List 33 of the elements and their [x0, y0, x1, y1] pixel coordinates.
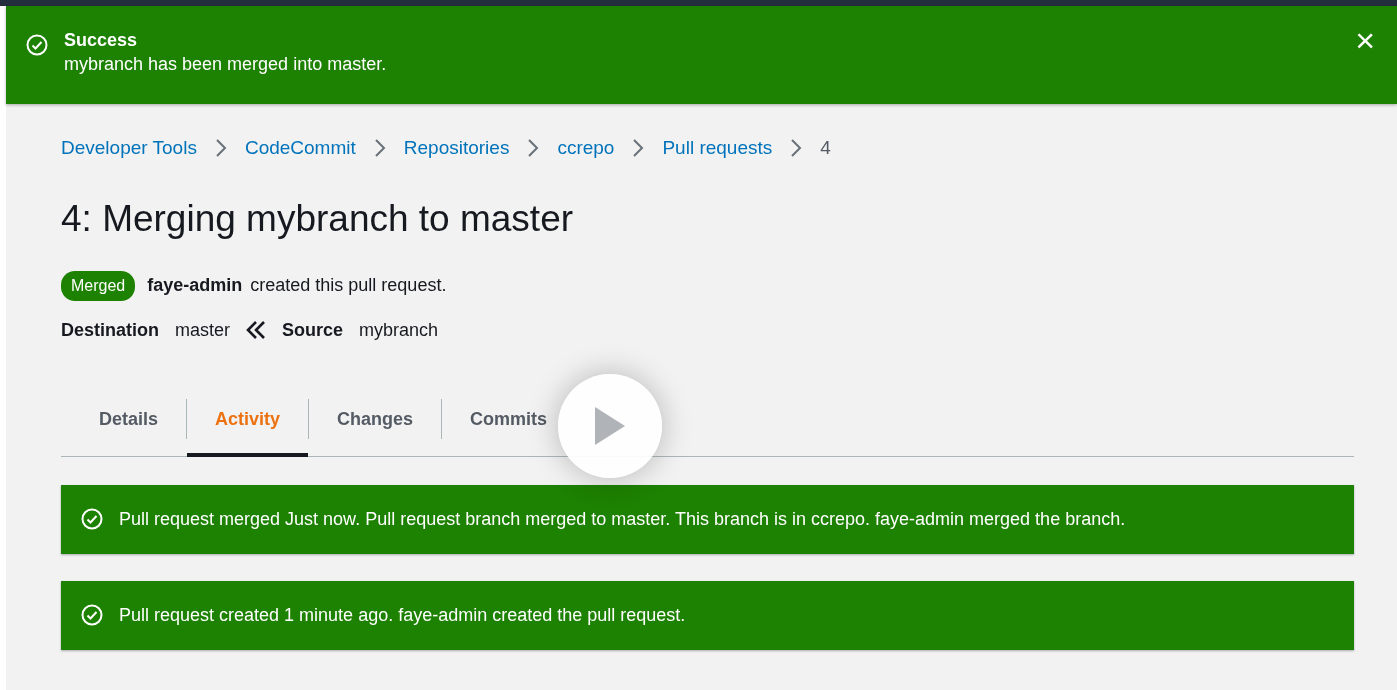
tab[interactable]: Changes [309, 387, 442, 457]
destination-branch: master [175, 318, 231, 342]
activity-text: Pull request merged Just now. Pull request branch merged to master. This branch is in ccrepo. faye-admin merged the branch. [119, 507, 1126, 531]
play-icon [593, 405, 627, 447]
page-title: 4: Merging mybranch to master [61, 196, 575, 241]
breadcrumb-link[interactable]: CodeCommit [244, 134, 356, 163]
breadcrumb-link[interactable]: Repositories [403, 134, 510, 163]
check-circle-icon [26, 33, 48, 56]
chevron-right-icon [373, 139, 386, 158]
source-branch: mybranch [359, 318, 439, 342]
author-text: created this pull request. [250, 274, 447, 298]
banner-title: Success [64, 29, 139, 52]
banner-message: mybranch has been merged into master. [64, 53, 387, 76]
breadcrumb-current: 4 [820, 136, 831, 160]
chevron-right-icon [790, 139, 803, 158]
author-name: faye-admin [147, 274, 243, 298]
breadcrumb-link[interactable]: Developer Tools [61, 134, 197, 163]
chevron-right-icon [632, 139, 645, 158]
close-button[interactable]: × [1353, 28, 1377, 52]
tab[interactable]: Activity [187, 387, 309, 457]
breadcrumb-link[interactable]: Pull requests [662, 134, 773, 163]
source-label: Source [282, 318, 344, 342]
activity-text: Pull request created 1 minute ago. faye-admin created the pull request. [119, 603, 686, 627]
check-circle-icon [81, 508, 103, 531]
chevron-right-icon [214, 139, 227, 158]
tab[interactable]: Commits [442, 387, 552, 457]
destination-label: Destination [61, 318, 159, 342]
check-circle-icon [81, 604, 103, 627]
breadcrumb-link[interactable]: ccrepo [557, 134, 615, 163]
tab[interactable]: Details [71, 387, 187, 457]
status-badge: Merged [61, 270, 136, 301]
chevron-right-icon [527, 139, 540, 158]
double-chevron-left-icon [246, 321, 267, 340]
